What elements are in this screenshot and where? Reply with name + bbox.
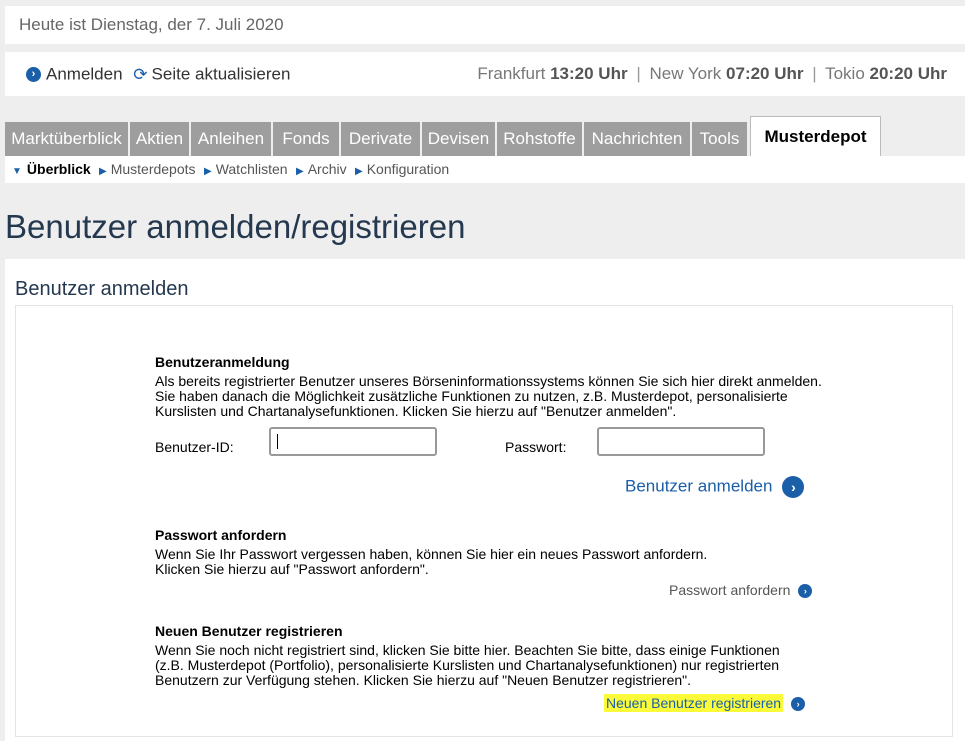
clock-city: Tokio [825, 64, 865, 83]
tab-anleihen[interactable]: Anleihen [191, 122, 271, 156]
tab-rohstoffe[interactable]: Rohstoffe [497, 122, 582, 156]
date-bar: Heute ist Dienstag, der 7. Juli 2020 [5, 6, 965, 44]
clock-separator: | [812, 64, 817, 83]
tab-tools[interactable]: Tools [692, 122, 747, 156]
password-description: Wenn Sie Ihr Passwort vergessen haben, k… [155, 546, 708, 577]
login-panel: Benutzer anmelden Benutzeranmeldung Als … [5, 259, 965, 741]
subnav-item-ueberblick[interactable]: ▼ Überblick [12, 156, 91, 185]
clock-city: New York [649, 64, 722, 83]
subnav-label: Musterdepots [110, 161, 196, 177]
subnav-item-konfiguration[interactable]: ▶ Konfiguration [355, 156, 449, 185]
refresh-label: Seite aktualisieren [151, 64, 291, 84]
subnav-label: Archiv [307, 161, 347, 177]
page-title: Benutzer anmelden/registrieren [5, 208, 466, 245]
current-date: Heute ist Dienstag, der 7. Juli 2020 [19, 15, 284, 34]
triangle-right-icon: ▶ [355, 166, 363, 177]
tab-nachrichten[interactable]: Nachrichten [584, 122, 690, 156]
login-heading: Benutzeranmeldung [155, 354, 290, 370]
password-input[interactable] [599, 429, 763, 454]
password-field[interactable] [597, 427, 765, 456]
user-id-label: Benutzer-ID: [155, 439, 234, 455]
subnav-item-musterdepots[interactable]: ▶ Musterdepots [99, 156, 196, 185]
subnav-label: Konfiguration [366, 161, 450, 177]
info-bar: › Anmelden ⟳ Seite aktualisieren Frankfurt… [5, 52, 965, 96]
triangle-right-icon: ▶ [99, 166, 107, 177]
password-section: Passwort anfordern Wenn Sie Ihr Passwort… [155, 527, 835, 577]
subnav-item-archiv[interactable]: ▶ Archiv [296, 156, 347, 185]
subnav-label: Überblick [26, 161, 91, 177]
login-section: Benutzeranmeldung Als bereits registrier… [155, 354, 835, 419]
register-link[interactable]: Neuen Benutzer registrieren › [604, 694, 806, 712]
tab-aktien[interactable]: Aktien [130, 122, 189, 156]
register-link-label: Neuen Benutzer registrieren [604, 694, 784, 712]
triangle-down-icon: ▼ [12, 166, 22, 177]
chevron-right-icon: › [791, 697, 806, 712]
login-link[interactable]: › Anmelden [26, 64, 127, 84]
tab-derivate[interactable]: Derivate [341, 122, 420, 156]
clock-time: 13:20 Uhr [550, 64, 628, 83]
password-heading: Passwort anfordern [155, 527, 287, 543]
clock-time: 07:20 Uhr [726, 64, 804, 83]
chevron-right-icon: › [782, 476, 805, 498]
user-id-field[interactable] [269, 427, 437, 456]
text-cursor [277, 434, 278, 449]
register-description: Wenn Sie noch nicht registriert sind, kl… [155, 642, 780, 688]
triangle-right-icon: ▶ [296, 166, 304, 177]
login-button[interactable]: Benutzer anmelden › [625, 476, 805, 498]
chevron-right-icon: › [798, 584, 813, 599]
clock-city: Frankfurt [477, 64, 546, 83]
tab-devisen[interactable]: Devisen [422, 122, 495, 156]
subnav-label: Watchlisten [215, 161, 288, 177]
clock-separator: | [636, 64, 641, 83]
login-label: Anmelden [46, 64, 123, 84]
chevron-right-icon: › [26, 67, 41, 83]
login-description: Als bereits registrierter Benutzer unser… [155, 373, 822, 419]
tab-fonds[interactable]: Fonds [273, 122, 339, 156]
subnav-item-watchlisten[interactable]: ▶ Watchlisten [204, 156, 288, 185]
sub-navigation: ▼ Überblick ▶ Musterdepots ▶ Watchlisten ▶ A… [5, 156, 965, 183]
request-password-link[interactable]: Passwort anfordern › [669, 582, 813, 599]
login-panel-body: Benutzeranmeldung Als bereits registrier… [15, 305, 953, 737]
password-label: Passwort: [505, 439, 567, 455]
user-id-input[interactable] [271, 429, 435, 454]
info-bar-actions: › Anmelden ⟳ Seite aktualisieren [26, 52, 290, 97]
request-password-label: Passwort anfordern [669, 582, 791, 598]
tab-musterdepot[interactable]: Musterdepot [750, 116, 881, 156]
triangle-right-icon: ▶ [204, 166, 212, 177]
world-clocks: Frankfurt 13:20 Uhr | New York 07:20 Uhr… [477, 52, 947, 96]
refresh-icon: ⟳ [133, 64, 148, 84]
login-button-label: Benutzer anmelden [625, 476, 773, 496]
tab-marktueberblick[interactable]: Marktüberblick [5, 122, 128, 156]
refresh-link[interactable]: ⟳ Seite aktualisieren [127, 64, 291, 84]
register-section: Neuen Benutzer registrieren Wenn Sie noc… [155, 623, 835, 688]
clock-time: 20:20 Uhr [869, 64, 947, 83]
register-heading: Neuen Benutzer registrieren [155, 623, 343, 639]
panel-title: Benutzer anmelden [15, 278, 189, 300]
